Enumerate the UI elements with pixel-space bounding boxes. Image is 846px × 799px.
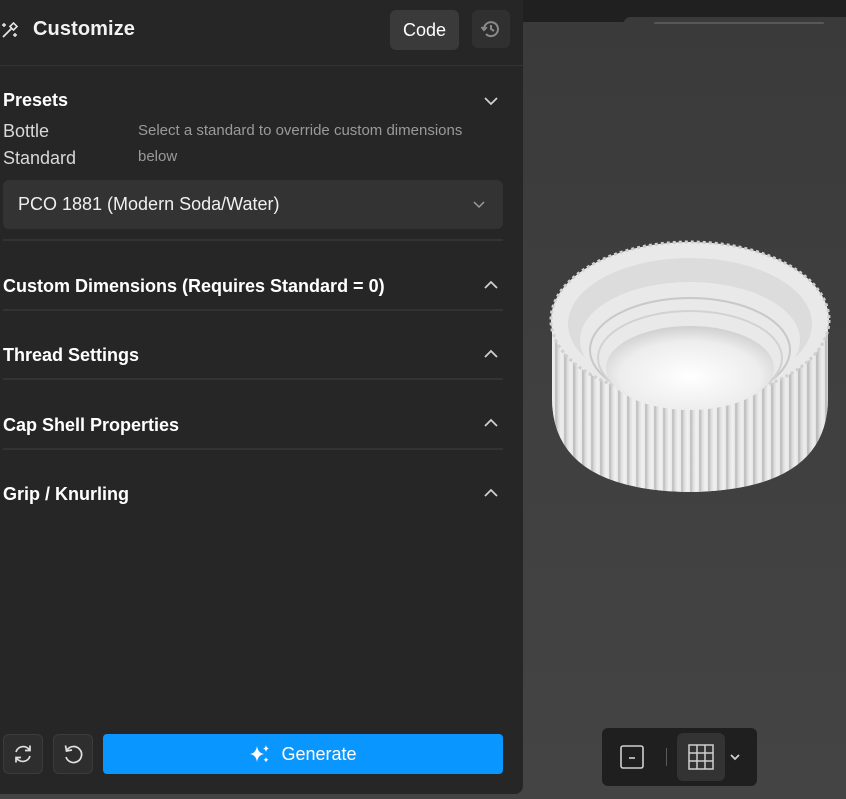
viewport-top-band — [523, 0, 846, 25]
presets-section-title[interactable]: Presets — [3, 90, 68, 111]
grid-icon — [688, 744, 714, 770]
orthographic-toggle-button[interactable] — [612, 737, 652, 777]
custom-dimensions-section-title[interactable]: Custom Dimensions (Requires Standard = 0… — [3, 276, 385, 297]
chevron-up-icon[interactable] — [482, 484, 500, 502]
refresh-icon — [15, 745, 31, 763]
panel-title: Customize — [33, 18, 136, 40]
thread-settings-section-title[interactable]: Thread Settings — [3, 345, 139, 366]
bottle-standard-help: Select a standard to override custom dim… — [138, 122, 463, 165]
chevron-up-icon[interactable] — [482, 414, 500, 432]
magic-wand-icon — [2, 21, 19, 38]
view-options-dropdown[interactable] — [725, 737, 745, 777]
undo-icon — [64, 745, 83, 764]
grip-knurling-section-title[interactable]: Grip / Knurling — [3, 484, 129, 505]
panel-header: Customize Code — [0, 0, 523, 66]
section-divider — [3, 309, 503, 311]
bottle-standard-value: PCO 1881 (Modern Soda/Water) — [18, 194, 280, 214]
history-icon — [480, 21, 499, 38]
section-divider — [3, 448, 503, 450]
bottle-standard-label: Bottle Standard — [3, 121, 77, 168]
customize-panel: Customize Code Presets Bottle Standard S… — [0, 0, 523, 794]
generate-label: Generate — [281, 743, 357, 764]
cap-shell-section-title[interactable]: Cap Shell Properties — [3, 415, 179, 436]
chevron-up-icon[interactable] — [482, 345, 500, 363]
generate-button[interactable]: Generate — [103, 734, 503, 774]
chevron-down-icon[interactable] — [482, 92, 500, 110]
view-controls — [602, 728, 757, 786]
undo-button[interactable] — [53, 734, 93, 774]
chevron-down-icon — [473, 201, 485, 209]
section-divider — [3, 378, 503, 380]
sparkles-icon — [250, 745, 270, 763]
viewport-top-edge — [654, 22, 824, 24]
chevron-down-icon — [730, 754, 740, 761]
history-button[interactable] — [472, 10, 510, 48]
section-divider — [3, 239, 503, 241]
chevron-up-icon[interactable] — [482, 276, 500, 294]
square-minus-icon — [620, 745, 644, 769]
view-controls-separator — [666, 748, 667, 766]
bottle-cap-model[interactable] — [540, 228, 840, 508]
grid-toggle-button[interactable] — [677, 733, 725, 781]
bottle-standard-select[interactable]: PCO 1881 (Modern Soda/Water) — [3, 180, 503, 229]
code-button[interactable]: Code — [390, 10, 459, 50]
reset-button[interactable] — [3, 734, 43, 774]
